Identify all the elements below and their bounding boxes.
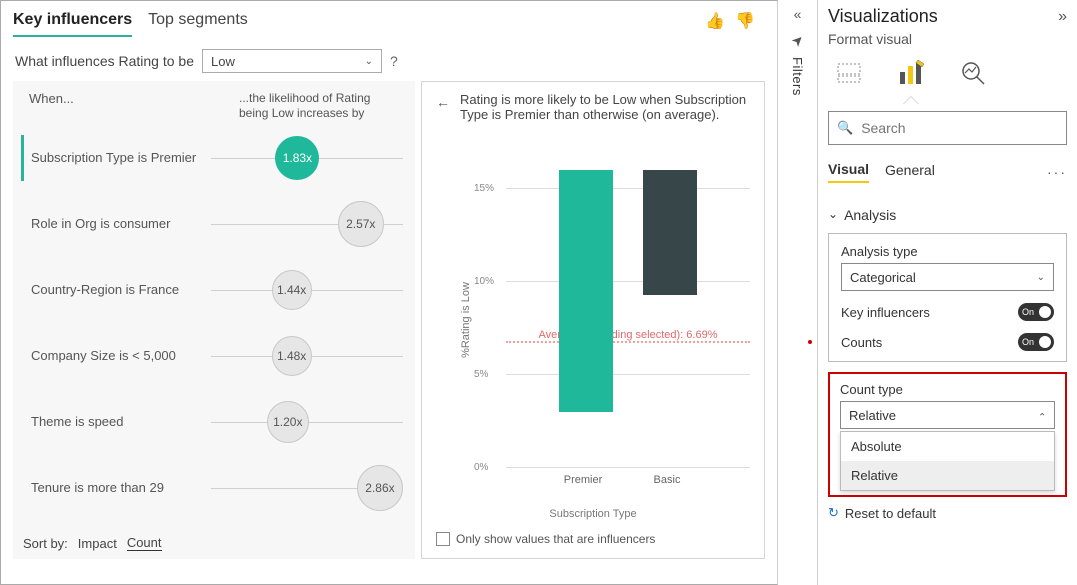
count-type-highlight: Count type Relative ⌄ Absolute Relative	[828, 372, 1067, 497]
build-visual-tab[interactable]	[828, 53, 870, 93]
y-tick: 5%	[474, 369, 488, 380]
influencer-row[interactable]: Country-Region is France 1.44x	[21, 257, 407, 323]
count-type-option-absolute[interactable]: Absolute	[841, 432, 1054, 461]
x-tick: Premier	[553, 474, 613, 486]
counts-toggle[interactable]: On	[1018, 333, 1054, 351]
influence-bubble: 1.83x	[275, 136, 319, 180]
influence-bubble: 1.20x	[267, 401, 309, 443]
influencer-row[interactable]: Theme is speed 1.20x	[21, 389, 407, 455]
influencer-label: Company Size is < 5,000	[31, 348, 211, 365]
search-box[interactable]: 🔍	[828, 111, 1067, 145]
filter-value-select[interactable]: Low ⌄	[202, 49, 382, 73]
thumbs-down-icon[interactable]: 👎	[735, 11, 755, 31]
influencer-row[interactable]: Subscription Type is Premier 1.83x	[21, 125, 407, 191]
influencer-row[interactable]: Tenure is more than 29 2.86x	[21, 455, 407, 521]
tab-visual[interactable]: Visual	[828, 161, 869, 183]
count-type-label: Count type	[840, 382, 1055, 397]
expand-icon[interactable]: ➤	[787, 30, 807, 50]
more-options-icon[interactable]: ···	[1047, 164, 1067, 180]
filter-value: Low	[211, 54, 235, 69]
search-icon: 🔍	[837, 120, 853, 136]
search-input[interactable]	[859, 119, 1058, 137]
count-type-select[interactable]: Relative ⌄	[840, 401, 1055, 429]
influencer-row[interactable]: Company Size is < 5,000 1.48x	[21, 323, 407, 389]
reset-icon: ↻	[828, 505, 839, 521]
col-when: When...	[29, 91, 74, 121]
format-visual-tab[interactable]	[890, 53, 932, 93]
change-dot-icon	[808, 340, 812, 344]
influence-bubble: 2.86x	[357, 465, 403, 511]
reset-to-default[interactable]: ↻ Reset to default	[828, 505, 1067, 521]
insight-chart-panel: ← Rating is more likely to be Low when S…	[421, 81, 765, 559]
y-tick: 15%	[474, 183, 494, 194]
sort-count[interactable]: Count	[127, 535, 162, 551]
counts-toggle-label: Counts	[841, 335, 882, 350]
key-influencers-toggle-label: Key influencers	[841, 305, 930, 320]
chart-area: 0%5%10%15%Average (excluding selected): …	[462, 170, 750, 488]
visual-canvas: Key influencers Top segments 👍 👎 What in…	[0, 0, 778, 585]
filter-label: What influences Rating to be	[15, 53, 194, 69]
influencers-list: When... ...the likelihood of Rating bein…	[13, 81, 415, 559]
col-likelihood: ...the likelihood of Rating being Low in…	[239, 91, 399, 121]
bar[interactable]	[643, 170, 697, 295]
y-tick: 0%	[474, 462, 488, 473]
help-icon[interactable]: ?	[390, 53, 398, 69]
influencer-label: Country-Region is France	[31, 282, 211, 299]
influence-bubble: 1.48x	[272, 336, 312, 376]
key-influencers-toggle[interactable]: On	[1018, 303, 1054, 321]
expand-right-icon[interactable]: »	[1058, 8, 1067, 26]
insight-text: Rating is more likely to be Low when Sub…	[460, 92, 750, 122]
section-analysis[interactable]: Analysis	[828, 207, 1067, 223]
chevron-down-icon: ⌄	[365, 56, 373, 67]
influencer-row[interactable]: Role in Org is consumer 2.57x	[21, 191, 407, 257]
pane-subtitle: Format visual	[828, 31, 1067, 47]
tab-key-influencers[interactable]: Key influencers	[13, 11, 132, 37]
filters-label[interactable]: Filters	[790, 57, 805, 96]
pane-title: Visualizations	[828, 6, 938, 27]
analysis-card: Analysis type Categorical ⌄ Key influenc…	[828, 233, 1067, 362]
influencer-label: Subscription Type is Premier	[31, 150, 211, 167]
sort-by-label: Sort by:	[23, 536, 68, 551]
influencer-label: Tenure is more than 29	[31, 480, 211, 497]
y-tick: 10%	[474, 276, 494, 287]
back-arrow-icon[interactable]: ←	[436, 94, 450, 110]
only-influencers-label: Only show values that are influencers	[456, 532, 655, 546]
count-type-option-relative[interactable]: Relative	[841, 461, 1054, 490]
filters-rail: « ➤ Filters	[778, 0, 818, 585]
analysis-type-select[interactable]: Categorical ⌄	[841, 263, 1054, 291]
analysis-type-label: Analysis type	[841, 244, 1054, 259]
x-tick: Basic	[637, 474, 697, 486]
chevron-down-icon: ⌄	[1037, 272, 1045, 283]
x-axis-label: Subscription Type	[422, 508, 764, 520]
only-influencers-checkbox[interactable]	[436, 532, 450, 546]
analytics-tab[interactable]	[952, 53, 994, 93]
influence-bubble: 2.57x	[338, 201, 384, 247]
influence-bubble: 1.44x	[272, 270, 312, 310]
chevron-up-icon: ⌄	[1038, 410, 1046, 421]
thumbs-up-icon[interactable]: 👍	[705, 11, 725, 31]
influencer-label: Theme is speed	[31, 414, 211, 431]
sort-impact[interactable]: Impact	[78, 536, 117, 551]
bar[interactable]	[559, 170, 613, 412]
tab-general[interactable]: General	[885, 162, 935, 182]
tab-top-segments[interactable]: Top segments	[148, 11, 248, 37]
visualizations-pane: Visualizations » Format visual 🔍 Visual …	[818, 0, 1077, 585]
influencer-label: Role in Org is consumer	[31, 216, 211, 233]
count-type-dropdown: Absolute Relative	[840, 431, 1055, 491]
collapse-left-icon[interactable]: «	[794, 6, 802, 22]
